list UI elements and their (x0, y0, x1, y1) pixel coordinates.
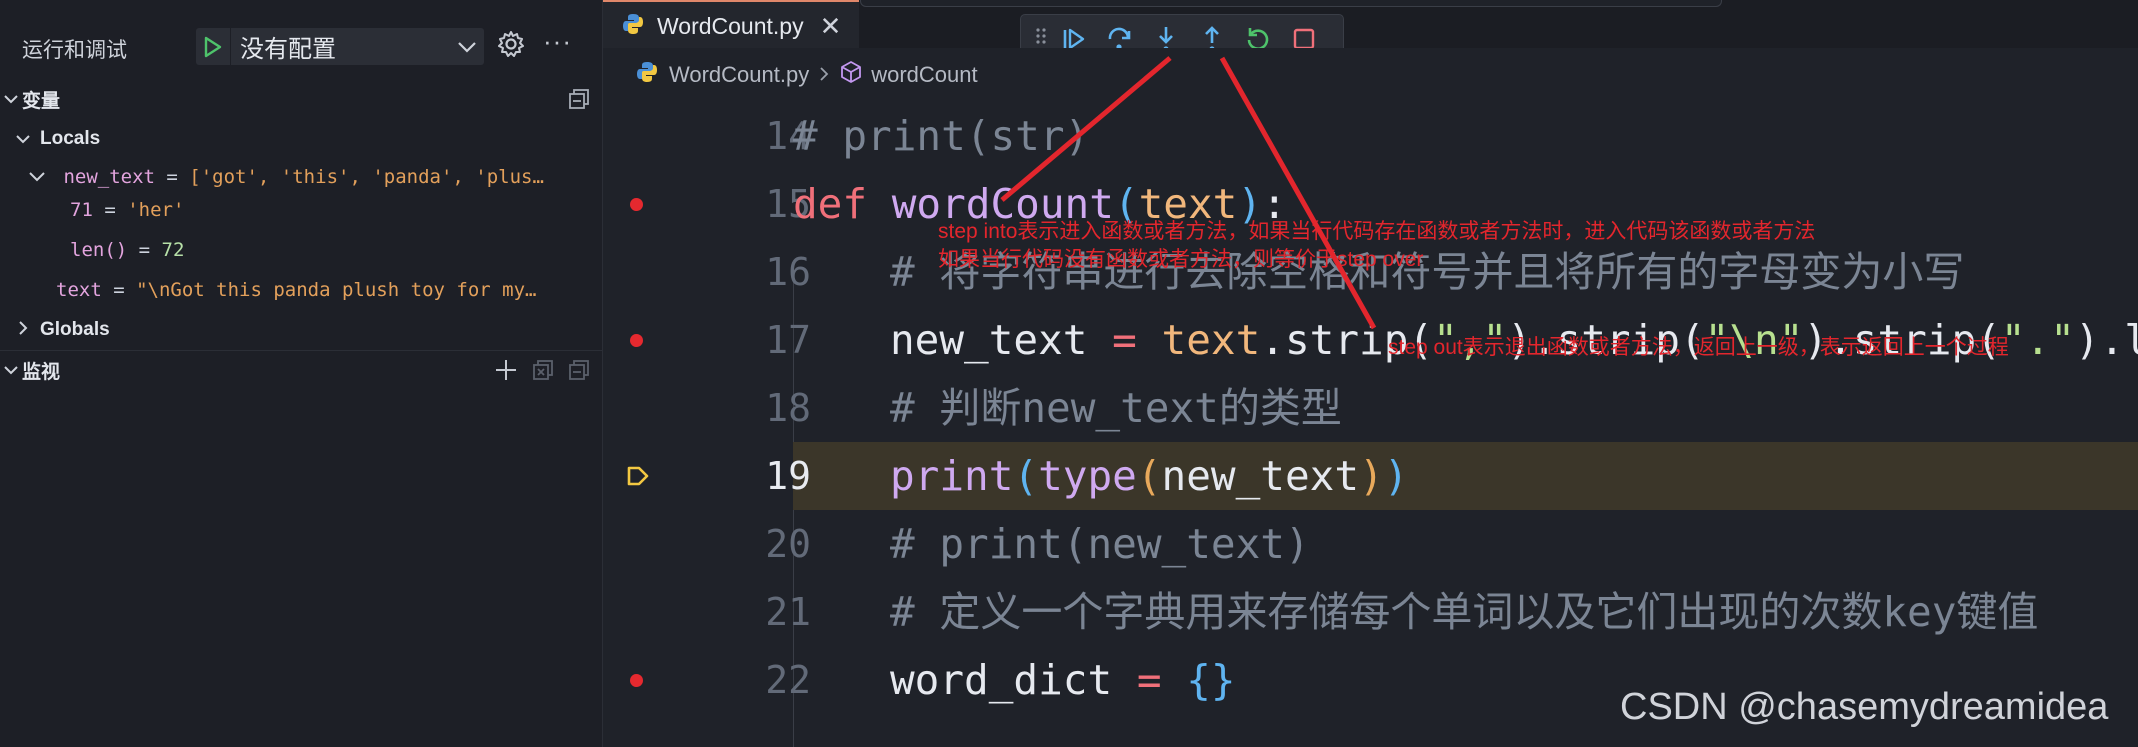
chevron-down-icon (0, 88, 22, 110)
tab-bar: WordCount.py ✕ (603, 0, 2138, 50)
gutter[interactable]: 22 (603, 646, 833, 714)
chevron-right-icon (12, 319, 34, 341)
code-text: # 判断new_text的类型 (890, 384, 1342, 432)
run-config-group: 没有配置 (196, 28, 484, 65)
breakpoint-icon[interactable] (630, 198, 643, 211)
equals-sign: = (101, 279, 137, 301)
breakpoint-icon[interactable] (630, 674, 643, 687)
line-number: 17 (765, 318, 811, 362)
annotation-step-out: step out表示退出函数或者方法，返回上一级，表示返回上一个过程 (1388, 336, 2009, 359)
debug-sidebar: 运行和调试 没有配置 ··· 变量 Locals new_text = ['go… (0, 0, 603, 747)
collapse-all-icon[interactable] (568, 359, 590, 381)
watch-actions (494, 358, 590, 382)
variable-text[interactable]: text = "\nGot this panda plush toy for m… (56, 279, 596, 301)
variable-name: text (56, 279, 102, 301)
python-file-icon (635, 60, 659, 90)
chevron-down-icon (0, 359, 22, 381)
code-line-20[interactable]: 20 # print(new_text) (603, 510, 2138, 578)
gutter[interactable]: 16 (603, 238, 833, 306)
gutter[interactable]: 17 (603, 306, 833, 374)
section-label: 监视 (22, 361, 61, 383)
gutter[interactable]: 20 (603, 510, 833, 578)
code-line-14[interactable]: 14 # print(str) (603, 102, 2138, 170)
variable-name: len() (70, 239, 128, 261)
line-number: 18 (765, 386, 811, 430)
current-line-arrow-icon (626, 464, 650, 493)
watermark: CSDN @chasemydreamidea (1620, 686, 2109, 728)
line-number: 22 (765, 658, 811, 702)
scope-label: Locals (40, 128, 101, 149)
annotation-step-into-line1: step into表示进入函数或者方法，如果当行代码存在函数或者方法时，进入代码… (938, 220, 1816, 243)
code-text: # 定义一个字典用来存储每个单词以及它们出现的次数key键值 (890, 588, 2039, 636)
code-text: # print(new_text) (890, 520, 1310, 568)
code-editor[interactable]: 14 # print(str) 15 def wordCount(text): … (603, 102, 2138, 747)
section-variables[interactable]: 变量 (0, 80, 602, 118)
chevron-down-icon (12, 128, 34, 150)
scope-globals[interactable]: Globals (12, 311, 110, 349)
play-icon (204, 36, 222, 57)
code-line-18[interactable]: 18 # 判断new_text的类型 (603, 374, 2138, 442)
code-text: # print(str) (793, 112, 1090, 160)
chevron-right-icon (819, 62, 829, 88)
add-expression-icon[interactable] (494, 358, 518, 382)
breakpoint-icon[interactable] (630, 334, 643, 347)
collapse-all-icon[interactable] (568, 88, 590, 110)
line-number: 21 (765, 590, 811, 634)
breadcrumb-file[interactable]: WordCount.py (669, 62, 809, 88)
line-number: 20 (765, 522, 811, 566)
chevron-down-icon[interactable] (450, 40, 484, 54)
more-actions-icon[interactable]: ··· (543, 26, 572, 57)
equals-sign: = (154, 166, 190, 188)
breadcrumb: WordCount.py wordCount (603, 48, 2138, 102)
refresh-icon[interactable] (532, 359, 554, 381)
config-select[interactable]: 没有配置 (240, 29, 450, 64)
gutter-line-19[interactable]: 19 (603, 442, 811, 510)
breadcrumb-symbol[interactable]: wordCount (871, 62, 977, 88)
annotation-step-into-line2: 如果当行代码没有函数或者方法，则等价于step over (938, 248, 1424, 271)
tab-wordcount[interactable]: WordCount.py ✕ (603, 0, 859, 50)
variable-new-text[interactable]: new_text = ['got', 'this', 'panda', 'plu… (28, 166, 568, 188)
scope-locals[interactable]: Locals (12, 120, 100, 158)
section-label: 变量 (22, 90, 61, 112)
gutter[interactable]: 21 (603, 578, 833, 646)
variable-item-71[interactable]: 71 = 'her' (70, 199, 602, 221)
line-number: 16 (765, 250, 811, 294)
stop-icon (1293, 28, 1315, 49)
command-center[interactable] (860, 0, 1722, 7)
code-text: word_dict = {} (890, 656, 1236, 704)
method-icon (839, 60, 863, 90)
scope-label: Globals (40, 319, 110, 340)
code-line-19-current[interactable]: print(type(new_text)) (793, 442, 2138, 510)
close-icon[interactable]: ✕ (820, 11, 842, 42)
variable-value: ['got', 'this', 'panda', 'plus… (189, 166, 544, 188)
code-text: print(type(new_text)) (890, 452, 1409, 500)
variable-value: 'her' (127, 199, 185, 221)
variable-value: 72 (161, 239, 185, 261)
section-watch[interactable]: 监视 (0, 350, 602, 389)
python-file-icon (621, 12, 645, 41)
equals-sign: = (127, 239, 162, 261)
separator (230, 28, 231, 65)
gear-icon[interactable] (497, 30, 525, 63)
line-number: 19 (765, 454, 811, 498)
chevron-down-icon (28, 166, 46, 188)
code-line-21[interactable]: 21 # 定义一个字典用来存储每个单词以及它们出现的次数key键值 (603, 578, 2138, 646)
tab-label: WordCount.py (657, 12, 804, 39)
start-debugging-button[interactable] (196, 36, 230, 58)
gutter[interactable]: 18 (603, 374, 833, 442)
sidebar-title: 运行和调试 (22, 39, 127, 62)
variable-name: new_text (63, 166, 155, 188)
gutter[interactable]: 19 (603, 442, 833, 510)
equals-sign: = (92, 199, 128, 221)
variable-name: 71 (70, 199, 93, 221)
variable-len[interactable]: len() = 72 (70, 239, 602, 261)
variable-value: "\nGot this panda plush toy for my… (136, 279, 537, 301)
